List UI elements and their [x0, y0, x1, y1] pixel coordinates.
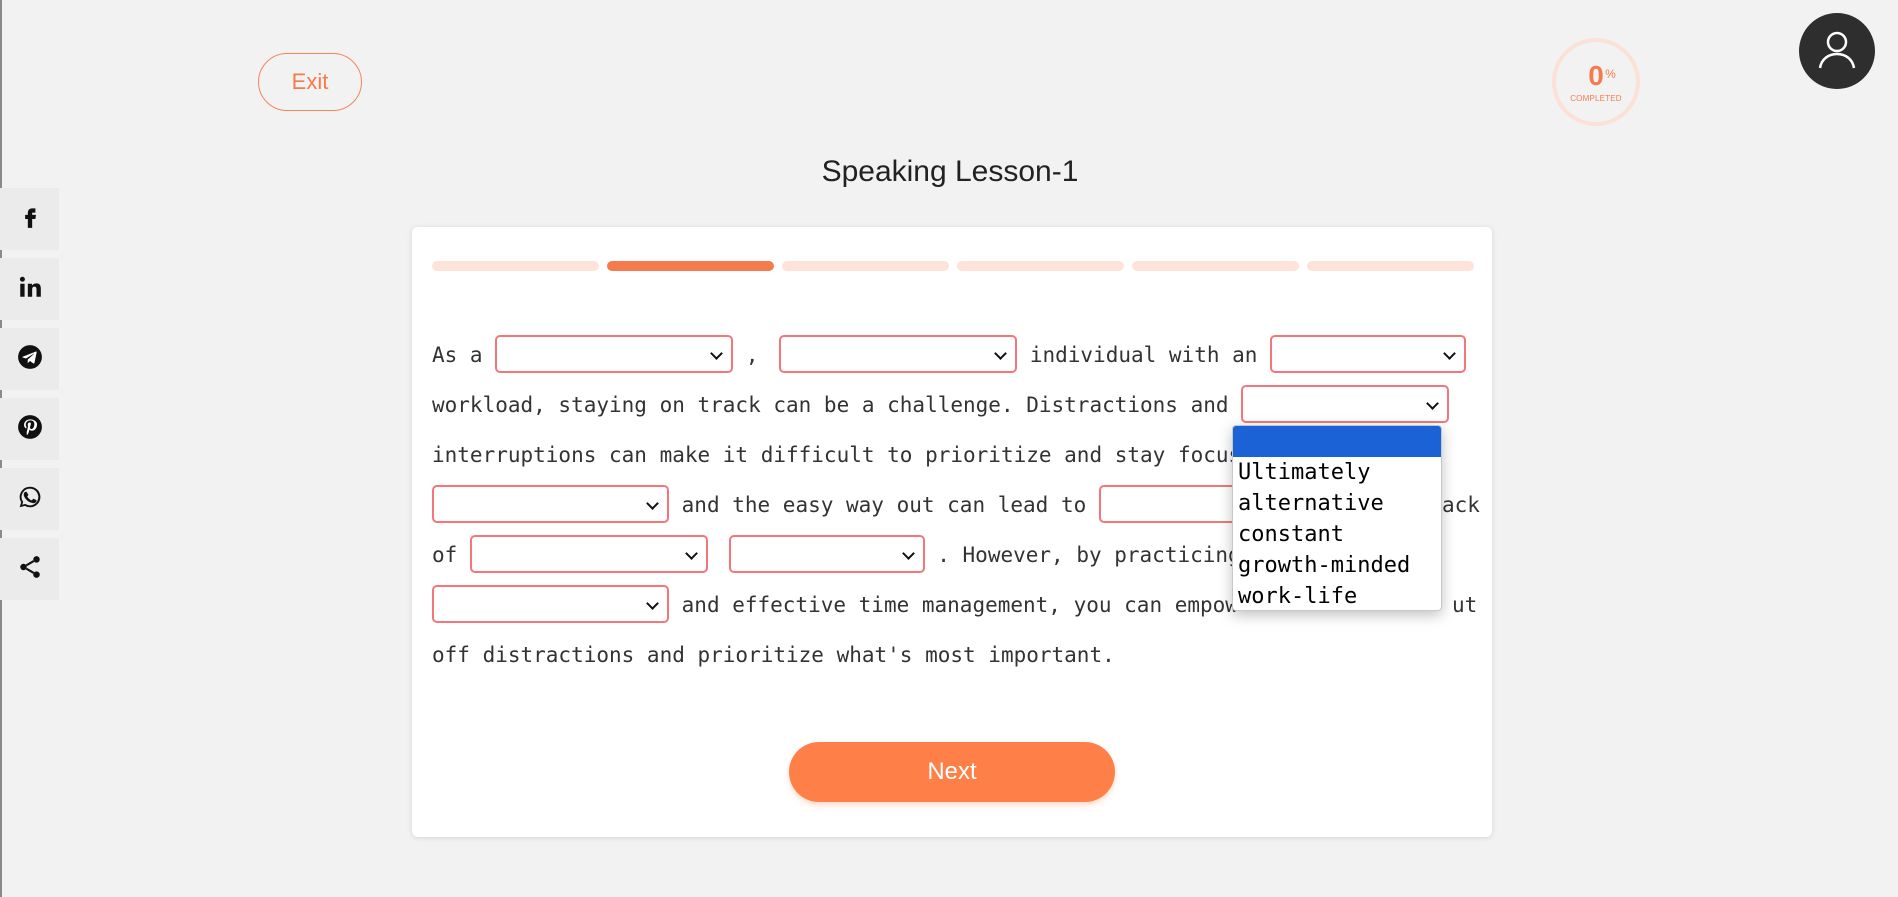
passage-text: ack: [1442, 493, 1480, 517]
dropdown-option[interactable]: growth-minded: [1233, 550, 1441, 581]
blank-select-1[interactable]: [495, 335, 734, 373]
step-segment: [782, 261, 949, 271]
whatsapp-share-button[interactable]: [0, 468, 59, 530]
telegram-share-button[interactable]: [0, 328, 59, 390]
step-segment: [1307, 261, 1474, 271]
passage-text: off distractions and prioritize what's m…: [432, 643, 1115, 667]
page-title: Speaking Lesson-1: [821, 155, 1079, 188]
passage-text: and effective time management, you can e…: [681, 593, 1238, 617]
completion-indicator: 0% COMPLETED: [1552, 38, 1640, 126]
step-segment: [432, 261, 599, 271]
dropdown-option[interactable]: alternative: [1233, 488, 1441, 519]
step-segment: [957, 261, 1124, 271]
blank-select-5[interactable]: [432, 485, 669, 523]
step-progress-bar: [432, 261, 1474, 271]
percent-sign: %: [1605, 66, 1616, 81]
linkedin-icon: [17, 274, 43, 304]
dropdown-option[interactable]: constant: [1233, 519, 1441, 550]
completion-label: COMPLETED: [1570, 93, 1622, 103]
passage-text: . However, by practicing: [937, 543, 1241, 567]
user-icon: [1813, 25, 1861, 77]
step-segment: [1132, 261, 1299, 271]
pinterest-icon: [17, 414, 43, 444]
blank-select-7[interactable]: [469, 535, 708, 573]
share-button[interactable]: [0, 538, 59, 600]
passage-text: of: [432, 543, 470, 567]
dropdown-option-empty-selected[interactable]: [1233, 426, 1441, 457]
passage-text: interruptions can make it difficult to p…: [432, 443, 1242, 467]
whatsapp-icon: [17, 484, 43, 514]
facebook-share-button[interactable]: [0, 188, 59, 250]
facebook-icon: [17, 204, 43, 234]
share-icon: [17, 554, 43, 584]
user-avatar-button[interactable]: [1799, 13, 1875, 89]
passage-text: and the easy way out can lead to: [681, 493, 1099, 517]
step-segment-active: [607, 261, 774, 271]
blank-select-3[interactable]: [1270, 335, 1467, 373]
completion-percent: 0: [1588, 59, 1604, 91]
passage-text: As a: [432, 343, 496, 367]
next-button[interactable]: Next: [789, 742, 1115, 802]
passage-text: ut: [1452, 593, 1478, 617]
exit-button[interactable]: Exit: [258, 53, 362, 111]
linkedin-share-button[interactable]: [0, 258, 59, 320]
passage-text: individual with an: [1029, 343, 1271, 367]
telegram-icon: [17, 344, 43, 374]
social-share-sidebar: [0, 188, 60, 608]
completion-value: 0%: [1588, 59, 1616, 91]
pinterest-share-button[interactable]: [0, 398, 59, 460]
passage-text: workload, staying on track can be a chal…: [432, 393, 1242, 417]
blank-select-9[interactable]: [432, 585, 669, 623]
blank-select-4[interactable]: [1241, 385, 1450, 423]
blank-select-2[interactable]: [779, 335, 1018, 373]
dropdown-option[interactable]: Ultimately: [1233, 457, 1441, 488]
dropdown-option[interactable]: work-life: [1233, 581, 1441, 610]
blank-options-dropdown[interactable]: Ultimately alternative constant growth-m…: [1232, 425, 1442, 611]
passage-text: ,: [745, 343, 759, 367]
blank-select-8[interactable]: [728, 535, 925, 573]
